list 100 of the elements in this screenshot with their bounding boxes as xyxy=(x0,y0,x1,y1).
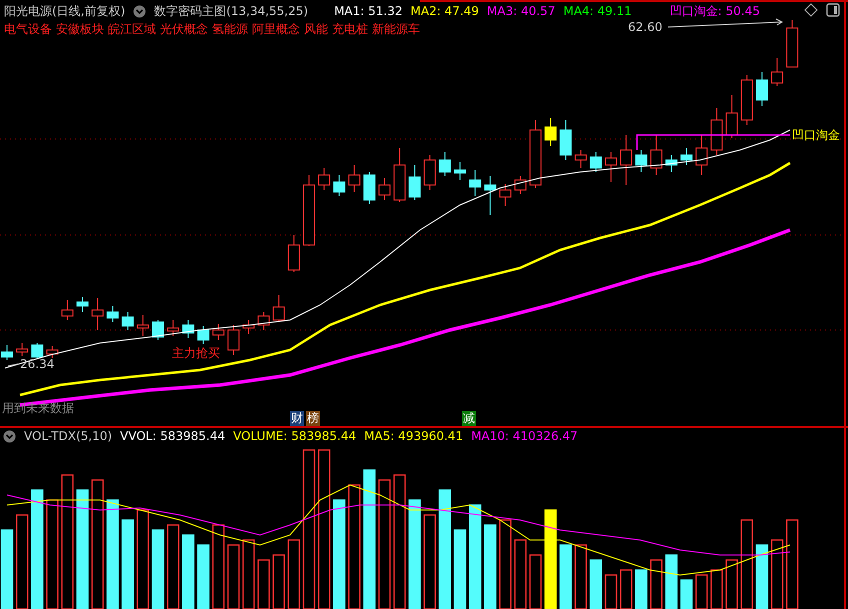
candlestick xyxy=(484,176,496,216)
volume-bar xyxy=(197,544,210,609)
candlestick xyxy=(258,312,270,330)
panel-toggle-icon[interactable] xyxy=(826,3,840,17)
candlestick xyxy=(61,300,74,320)
leader-line xyxy=(8,364,18,366)
event-badge[interactable]: 财 xyxy=(290,411,304,426)
indicator-value: VOLUME: 583985.44 xyxy=(233,429,356,443)
indicator-value: MA10: 410326.47 xyxy=(471,429,578,443)
volume-bar xyxy=(242,539,255,609)
volume-bar xyxy=(770,539,784,609)
indicator-value: MA3: 40.57 xyxy=(486,4,556,18)
dropdown-caret-icon[interactable] xyxy=(133,4,146,18)
candlestick xyxy=(544,118,557,146)
sector-tag[interactable]: 新能源车 xyxy=(372,20,420,38)
volume-bar xyxy=(590,559,602,609)
candlestick xyxy=(318,168,330,190)
volume-bar xyxy=(514,539,527,609)
candlestick xyxy=(740,74,753,126)
volume-bar xyxy=(680,579,693,609)
candlestick xyxy=(620,134,632,186)
indicator-value: MA5: 493960.41 xyxy=(364,429,464,443)
candlestick xyxy=(378,178,390,200)
sector-tag[interactable]: 安徽板块 xyxy=(56,20,104,38)
candlestick xyxy=(242,320,255,334)
candlestick xyxy=(303,174,315,246)
volume-bar xyxy=(574,544,587,609)
volume-bar xyxy=(227,544,240,609)
volume-bar xyxy=(272,554,285,609)
dropdown-caret-icon[interactable] xyxy=(3,430,16,442)
event-badge[interactable]: 减 xyxy=(462,411,476,426)
candlestick xyxy=(605,152,617,182)
candlestick xyxy=(499,184,512,206)
sector-tag[interactable]: 阿里概念 xyxy=(252,20,300,38)
candlestick xyxy=(212,324,224,340)
candlestick xyxy=(665,154,678,172)
candlestick xyxy=(771,58,784,86)
candlestick xyxy=(394,148,406,202)
candlestick xyxy=(363,172,376,204)
candlestick xyxy=(167,320,180,336)
sector-tag[interactable]: 充电桩 xyxy=(332,20,368,38)
volume-bar xyxy=(560,544,572,609)
indicator-value: MA4: 49.11 xyxy=(563,4,632,18)
volume-bar xyxy=(695,574,708,609)
volume-bar xyxy=(710,569,723,609)
candlestick xyxy=(680,148,692,166)
indicator-name: 数字密码主图(13,34,55,25) xyxy=(154,2,308,20)
volume-bar xyxy=(756,544,768,609)
candlestick xyxy=(46,346,58,358)
candlestick xyxy=(152,320,164,340)
candlestick xyxy=(710,108,723,156)
signal-label: 主力抢买 xyxy=(172,346,220,360)
volume-bar xyxy=(726,559,738,609)
indicator-value: MA1: 51.32 xyxy=(334,4,402,18)
volume-bar xyxy=(620,569,632,609)
candlestick xyxy=(560,120,572,160)
candlestick xyxy=(590,152,602,172)
warning-text: 用到未来数据 xyxy=(2,400,74,417)
diamond-icon[interactable] xyxy=(804,3,818,17)
sector-tag[interactable]: 皖江区域 xyxy=(108,20,156,38)
price-label: 26.34 xyxy=(20,357,54,371)
candlestick xyxy=(438,152,451,176)
volume-bar xyxy=(288,539,300,609)
candlestick xyxy=(106,306,119,322)
candlestick xyxy=(726,94,738,138)
candlestick xyxy=(228,324,240,356)
candlestick xyxy=(31,342,44,360)
candlestick xyxy=(408,164,421,200)
candlestick xyxy=(756,72,768,106)
candlestick xyxy=(288,234,300,272)
candlestick xyxy=(76,296,88,312)
candlestick xyxy=(92,298,104,330)
volume-bar xyxy=(650,559,662,609)
candlestick xyxy=(696,134,708,176)
sector-tag[interactable]: 风能 xyxy=(304,20,328,38)
candlestick xyxy=(136,314,149,336)
volume-bar xyxy=(529,554,542,609)
candlestick xyxy=(786,20,798,68)
line-label: 凹口淘金 xyxy=(792,127,840,144)
candlestick xyxy=(1,344,13,360)
sector-tag[interactable]: 氢能源 xyxy=(212,20,248,38)
event-badge[interactable]: 榜 xyxy=(306,411,320,426)
volume-bar xyxy=(258,559,270,609)
candlestick xyxy=(424,154,436,190)
candlestick xyxy=(272,294,285,322)
volume-bar xyxy=(665,554,678,609)
price-label: 62.60 xyxy=(628,20,662,34)
candlestick xyxy=(530,120,542,188)
candlestick xyxy=(469,170,482,196)
candlestick xyxy=(197,326,210,344)
candlestick xyxy=(650,134,662,176)
candlestick xyxy=(333,174,346,196)
stock-title: 阳光电源(日线,前复权) xyxy=(4,2,126,20)
indicator-value: VVOL: 583985.44 xyxy=(120,429,226,443)
volume-bar xyxy=(635,569,648,609)
candlestick xyxy=(348,164,360,192)
candlestick xyxy=(122,312,134,330)
sector-tag[interactable]: 电气设备 xyxy=(4,20,52,38)
sector-tag[interactable]: 光伏概念 xyxy=(160,20,208,38)
candlestick xyxy=(454,162,466,180)
